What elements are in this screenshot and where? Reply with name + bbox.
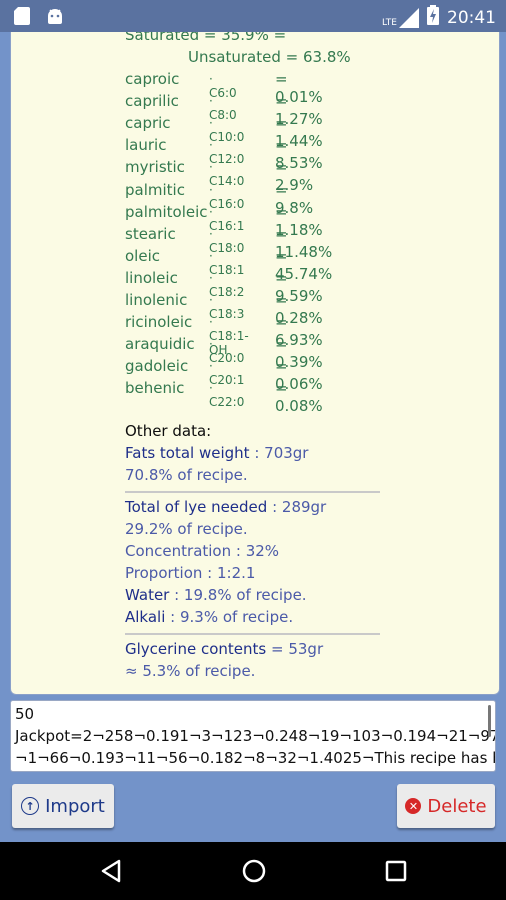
lte-signal-icon: LTE (382, 7, 419, 28)
textarea-scrollbar[interactable] (488, 705, 491, 737)
fatty-acid-code: · C22:0 (209, 381, 245, 410)
fatty-acid-name: behenic (125, 379, 185, 398)
fatty-acid-name: linoleic (125, 268, 178, 287)
fats-percent: 70.8% of recipe. (125, 466, 248, 484)
fatty-acid-name: capric (125, 114, 171, 133)
close-circle-icon: ✕ (405, 798, 422, 814)
battery-charging-icon (427, 5, 439, 30)
saturated-summary: Saturated = 35.9% = (125, 32, 287, 44)
fatty-acid-name: palmitoleic (125, 202, 208, 221)
import-button[interactable]: ↑ Import (12, 784, 114, 828)
textarea-line: ¬1¬66¬0.193¬11¬56¬0.182¬8¬32¬1.4025¬This… (15, 749, 496, 767)
fatty-acid-name: caprilic (125, 92, 179, 111)
concentration: Concentration : 32% (125, 542, 280, 560)
fats-total-value: : 703gr (249, 444, 309, 462)
fats-total-weight: Fats total weight : 703gr (125, 444, 308, 462)
water-value: : 19.8% of recipe. (169, 586, 307, 604)
fatty-acid-name: stearic (125, 224, 176, 243)
unsaturated-summary: Unsaturated = 63.8% (188, 48, 351, 66)
delete-button[interactable]: ✕ Delete (397, 784, 495, 828)
network-type: LTE (382, 17, 397, 28)
fatty-acid-name: ricinoleic (125, 313, 193, 332)
fatty-acid-name: palmitic (125, 180, 185, 199)
recents-icon[interactable] (385, 860, 407, 886)
other-data-heading: Other data: (125, 422, 212, 440)
lye-percent: 29.2% of recipe. (125, 520, 248, 538)
fatty-acid-name: linolenic (125, 291, 188, 309)
glycerine: Glycerine contents = 53gr (125, 640, 323, 658)
back-icon[interactable] (100, 859, 122, 887)
lye-label: Total of lye needed (125, 498, 268, 516)
status-bar: LTE 20:41 (0, 0, 506, 32)
textarea-line: Jackpot=2¬258¬0.191¬3¬123¬0.248¬19¬103¬0… (15, 727, 496, 745)
fatty-acid-name: araquidic (125, 335, 195, 354)
fatty-acid-name: lauric (125, 136, 167, 155)
fatty-acid-name: caproic (125, 70, 180, 88)
home-icon[interactable] (242, 859, 266, 887)
clock: 20:41 (447, 7, 496, 28)
glycerine-label: Glycerine contents (125, 640, 267, 658)
glycerine-value: = 53gr (266, 640, 324, 658)
system-nav-bar (0, 842, 506, 900)
fatty-acid-name: gadoleic (125, 357, 189, 376)
fatty-acid-name: oleic (125, 246, 160, 265)
recipe-code-textarea[interactable]: 50 Jackpot=2¬258¬0.191¬3¬123¬0.248¬19¬10… (10, 700, 496, 772)
lye-value: : 289gr (267, 498, 327, 516)
water-label: Water (125, 586, 170, 604)
results-panel[interactable]: Saturated = 35.9% = Unsaturated = 63.8% … (10, 32, 500, 695)
alkali-value: : 9.3% of recipe. (165, 608, 294, 626)
delete-label: Delete (427, 795, 487, 817)
android-icon (46, 7, 64, 29)
alkali-label: Alkali (125, 608, 166, 626)
divider (125, 491, 380, 493)
lye-needed: Total of lye needed : 289gr (125, 498, 326, 516)
alkali: Alkali : 9.3% of recipe. (125, 608, 293, 626)
glycerine-percent: ≈ 5.3% of recipe. (125, 662, 256, 680)
fatty-acid-percent: = 0.08% (275, 379, 323, 416)
import-label: Import (45, 795, 105, 817)
fatty-acid-name: myristic (125, 158, 185, 177)
arrow-up-circle-icon: ↑ (21, 797, 40, 815)
divider (125, 633, 380, 635)
water: Water : 19.8% of recipe. (125, 586, 307, 604)
fats-total-label: Fats total weight (125, 444, 250, 462)
proportion: Proportion : 1:2.1 (125, 564, 256, 582)
sd-card-icon (14, 7, 30, 29)
textarea-line: 50 (15, 705, 35, 723)
